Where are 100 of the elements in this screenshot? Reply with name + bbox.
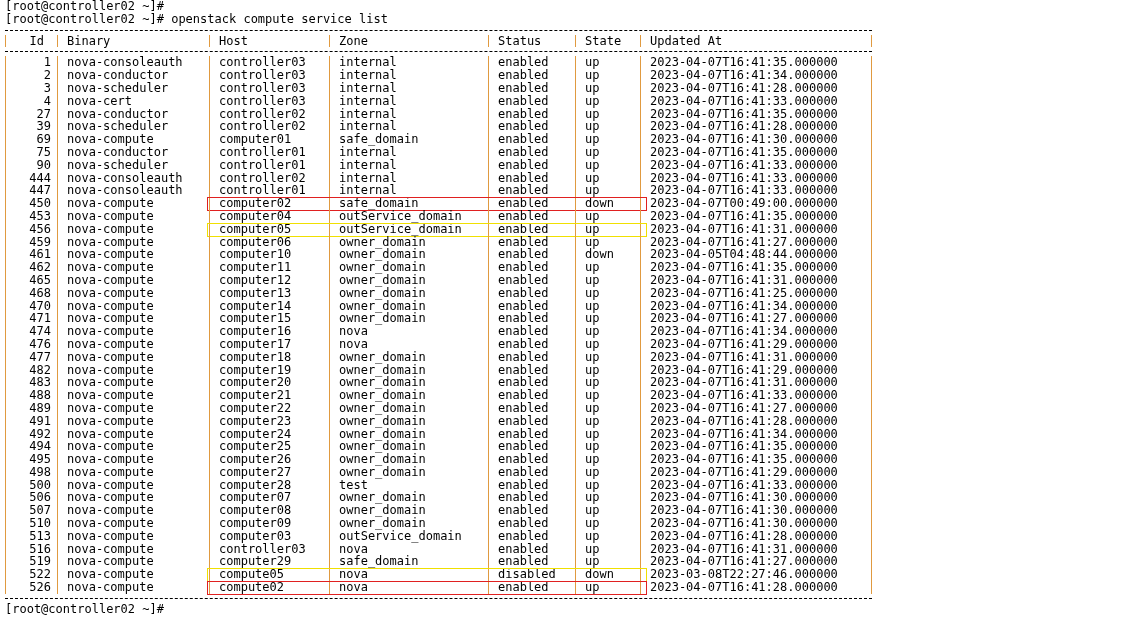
table-cell: 491	[29, 413, 51, 428]
table-cell: computer24	[219, 426, 292, 441]
table-cell: enabled	[498, 132, 549, 147]
table-cell: 2023-04-07T16:41:30.000000	[650, 516, 838, 531]
table-cell: owner_domain	[339, 247, 426, 262]
table-cell: 447	[29, 183, 51, 198]
table-cell: up	[585, 516, 600, 531]
table-cell: 2023-04-07T16:41:34.000000	[650, 426, 838, 441]
table-cell: 2023-04-07T16:41:34.000000	[650, 298, 838, 313]
table-cell: 483	[29, 375, 51, 390]
table-cell: disabled	[498, 567, 556, 582]
table-cell: 2023-04-07T16:41:35.000000	[650, 260, 838, 275]
table-cell: 2023-04-07T16:41:33.000000	[650, 183, 838, 198]
table-cell: enabled	[498, 362, 549, 377]
table-cell: up	[585, 260, 600, 275]
table-cell: internal	[339, 106, 397, 121]
table-cell: nova-scheduler	[67, 81, 169, 95]
table-cell: enabled	[498, 55, 549, 70]
table-cell: internal	[339, 93, 397, 108]
table-cell: nova-compute	[67, 388, 154, 403]
table-cell: owner_domain	[339, 285, 426, 300]
table-cell: 453	[29, 208, 51, 223]
table-cell: compute05	[219, 567, 285, 582]
table-cell: nova-conductor	[67, 144, 169, 159]
table-cell: nova-consoleauth	[67, 183, 183, 198]
prompt-line: [root@controller02 ~]#	[5, 601, 164, 616]
table-cell: computer26	[219, 452, 292, 467]
table-cell: 2023-04-07T16:41:29.000000	[650, 362, 838, 377]
table-cell: owner_domain	[339, 375, 426, 390]
column-header: Zone	[339, 33, 368, 48]
table-cell: nova-conductor	[67, 68, 169, 83]
table-cell: 2023-04-07T16:41:30.000000	[650, 132, 838, 147]
table-cell: 2023-04-07T16:41:27.000000	[650, 554, 838, 569]
table-cell: owner_domain	[339, 260, 426, 275]
table-cell: 495	[29, 452, 51, 467]
table-cell: 1	[43, 55, 51, 70]
table-cell: computer14	[219, 298, 292, 313]
table-cell: computer27	[219, 464, 292, 479]
table-cell: nova-compute	[67, 426, 154, 441]
table-cell: enabled	[498, 157, 549, 172]
table-cell: 2023-04-07T16:41:35.000000	[650, 55, 838, 70]
table-cell: 2023-04-07T16:41:27.000000	[650, 400, 838, 415]
table-cell: nova-compute	[67, 234, 154, 249]
column-header: State	[585, 33, 622, 48]
table-cell: nova-consoleauth	[67, 55, 183, 70]
prompt-line: [root@controller02 ~]# openstack compute service list	[5, 11, 388, 26]
table-cell: enabled	[498, 221, 549, 236]
table-cell: 2023-04-07T00:49:00.000000	[650, 196, 838, 211]
table-cell: enabled	[498, 285, 549, 300]
table-cell: enabled	[498, 541, 549, 556]
table-cell: 474	[29, 324, 51, 339]
table-cell: 444	[29, 170, 51, 185]
table-cell: test	[339, 477, 368, 492]
table-cell: controller03	[219, 93, 306, 108]
column-header: Host	[219, 33, 248, 48]
table-cell: 482	[29, 362, 51, 377]
table-cell: 3	[43, 81, 51, 95]
table-cell: up	[585, 81, 600, 95]
table-cell: 519	[29, 554, 51, 569]
column-header: Binary	[67, 33, 111, 48]
table-cell: computer04	[219, 208, 292, 223]
table-cell: owner_domain	[339, 234, 426, 249]
table-cell: safe_domain	[339, 554, 419, 569]
table-cell: enabled	[498, 477, 549, 492]
table-cell: 2023-04-07T16:41:30.000000	[650, 490, 838, 505]
table-cell: enabled	[498, 554, 549, 569]
table-cell: enabled	[498, 439, 549, 454]
table-cell: nova-compute	[67, 285, 154, 300]
table-cell: 500	[29, 477, 51, 492]
table-cell: nova-compute	[67, 541, 154, 556]
table-cell: 468	[29, 285, 51, 300]
table-cell: safe_domain	[339, 196, 419, 211]
table-cell: enabled	[498, 234, 549, 249]
table-cell: 2023-04-07T16:41:33.000000	[650, 157, 838, 172]
table-cell: 510	[29, 516, 51, 531]
table-cell: 2023-04-07T16:41:31.000000	[650, 375, 838, 390]
table-cell: nova-scheduler	[67, 157, 169, 172]
table-cell: nova-compute	[67, 247, 154, 262]
table-cell: nova-scheduler	[67, 119, 169, 134]
table-cell: down	[585, 247, 614, 262]
table-cell: 498	[29, 464, 51, 479]
table-cell: 2	[43, 68, 51, 83]
table-cell: nova-compute	[67, 516, 154, 531]
table-cell: nova-compute	[67, 554, 154, 569]
table-cell: owner_domain	[339, 311, 426, 326]
table-cell: nova-compute	[67, 375, 154, 390]
table-cell: 461	[29, 247, 51, 262]
table-cell: computer20	[219, 375, 292, 390]
table-cell: 2023-04-07T16:41:27.000000	[650, 234, 838, 249]
table-cell: 507	[29, 503, 51, 518]
table-cell: controller03	[219, 55, 306, 70]
table-cell: nova-compute	[67, 362, 154, 377]
table-cell: 4	[43, 93, 51, 108]
table-cell: up	[585, 132, 600, 147]
table-cell: owner_domain	[339, 490, 426, 505]
table-cell: nova-compute	[67, 413, 154, 428]
table-cell: nova-compute	[67, 272, 154, 287]
table-cell: 2023-04-07T16:41:31.000000	[650, 272, 838, 287]
table-cell: computer21	[219, 388, 292, 403]
table-cell: nova-compute	[67, 221, 154, 236]
